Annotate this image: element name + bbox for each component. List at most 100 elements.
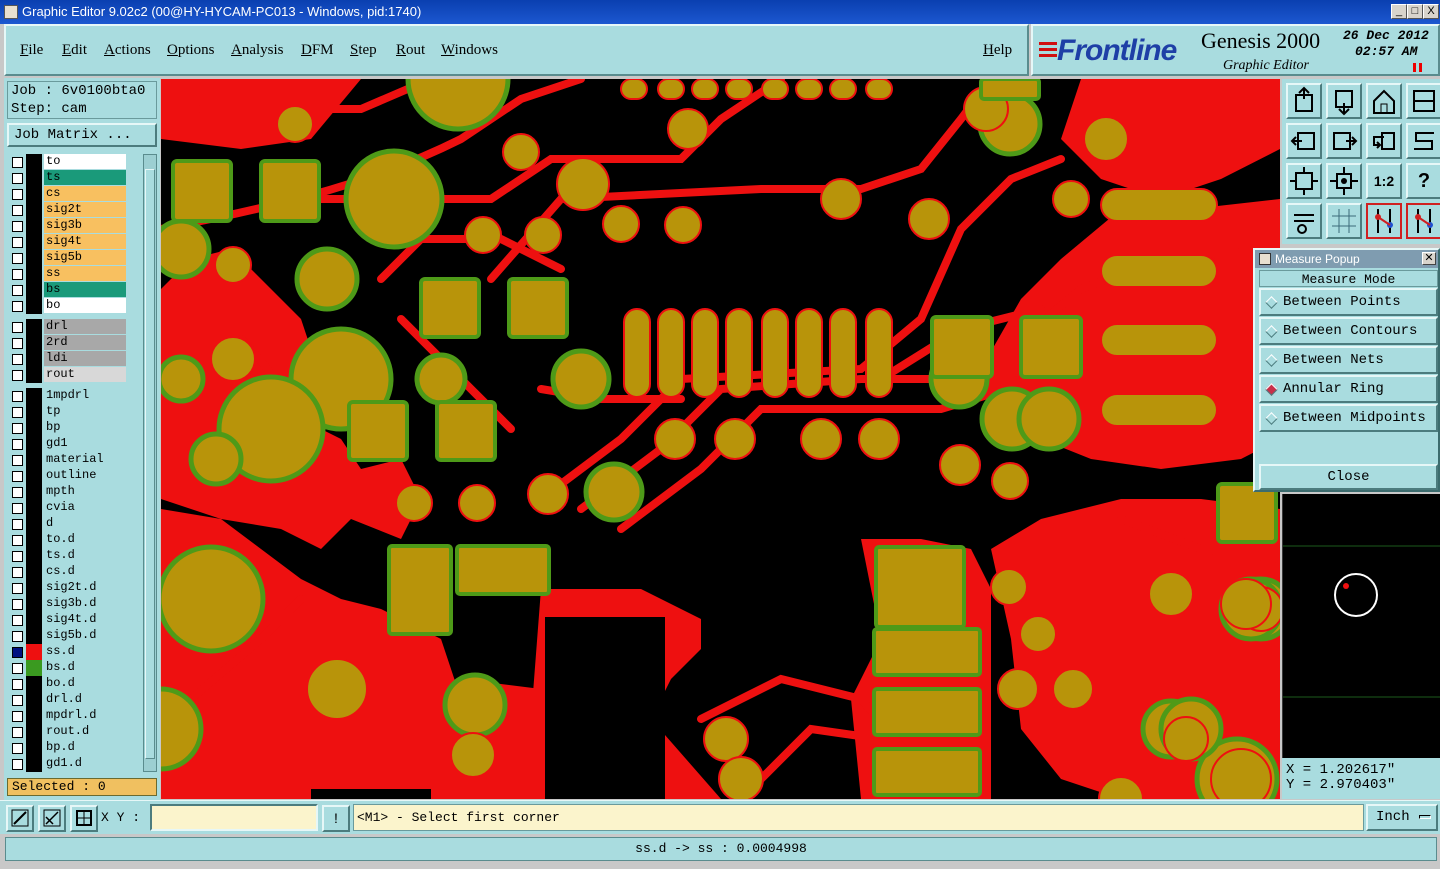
layer-row[interactable]: ss.d — [7, 644, 141, 660]
layer-checkbox[interactable] — [12, 487, 23, 498]
layer-checkbox[interactable] — [12, 679, 23, 690]
warning-button[interactable]: ! — [322, 805, 350, 832]
layer-color-swatch[interactable] — [26, 628, 42, 644]
layer-color-swatch[interactable] — [26, 202, 42, 218]
layer-row[interactable]: sig2t.d — [7, 580, 141, 596]
layer-color-swatch[interactable] — [26, 516, 42, 532]
layer-row[interactable]: bp.d — [7, 740, 141, 756]
layer-name[interactable]: cs — [44, 186, 126, 201]
layer-color-swatch[interactable] — [26, 234, 42, 250]
layer-row[interactable]: rout — [7, 367, 141, 383]
layer-name[interactable]: sig4t — [44, 234, 126, 249]
graphic-canvas[interactable] — [161, 79, 1280, 799]
layer-row[interactable]: to — [7, 154, 141, 170]
layer-name[interactable]: bp.d — [44, 740, 126, 755]
close-icon[interactable]: ✕ — [1422, 252, 1436, 265]
layer-name[interactable]: gd1 — [44, 436, 126, 451]
layer-checkbox[interactable] — [12, 391, 23, 402]
layer-row[interactable]: bp — [7, 420, 141, 436]
minimize-button[interactable]: _ — [1391, 4, 1407, 19]
layer-row[interactable]: material — [7, 452, 141, 468]
layer-color-swatch[interactable] — [26, 740, 42, 756]
layer-color-swatch[interactable] — [26, 282, 42, 298]
layer-color-swatch[interactable] — [26, 436, 42, 452]
layer-checkbox[interactable] — [12, 439, 23, 450]
layer-color-swatch[interactable] — [26, 596, 42, 612]
layer-checkbox[interactable] — [12, 631, 23, 642]
layer-checkbox[interactable] — [12, 583, 23, 594]
layer-name[interactable]: material — [44, 452, 126, 467]
layer-color-swatch[interactable] — [26, 388, 42, 404]
layer-checkbox[interactable] — [12, 695, 23, 706]
layer-color-swatch[interactable] — [26, 660, 42, 676]
layer-checkbox[interactable] — [12, 759, 23, 770]
layer-color-swatch[interactable] — [26, 250, 42, 266]
menu-help[interactable]: Help — [983, 42, 1012, 59]
close-button[interactable]: Close — [1259, 464, 1438, 490]
layer-name[interactable]: ss — [44, 266, 126, 281]
layer-checkbox[interactable] — [12, 727, 23, 738]
layer-row[interactable]: ss — [7, 266, 141, 282]
layer-checkbox[interactable] — [12, 269, 23, 280]
layer-name[interactable]: sig4t.d — [44, 612, 126, 627]
layer-color-swatch[interactable] — [26, 484, 42, 500]
layer-checkbox[interactable] — [12, 189, 23, 200]
layer-name[interactable]: ldi — [44, 351, 126, 366]
layer-name[interactable]: to — [44, 154, 126, 169]
layer-checkbox[interactable] — [12, 599, 23, 610]
layer-row[interactable]: drl.d — [7, 692, 141, 708]
zoom-back-icon[interactable] — [1326, 83, 1362, 119]
help-icon[interactable]: ? — [1406, 163, 1440, 199]
layer-row[interactable]: bs — [7, 282, 141, 298]
layer-name[interactable]: bo.d — [44, 676, 126, 691]
layer-checkbox[interactable] — [12, 647, 23, 658]
measure-option[interactable]: Between Contours — [1259, 317, 1438, 345]
grid-snap-icon[interactable] — [70, 805, 98, 832]
scale-icon[interactable]: 1:2 — [1366, 163, 1402, 199]
overview-map[interactable] — [1282, 494, 1440, 758]
layer-name[interactable]: outline — [44, 468, 126, 483]
measure-option[interactable]: Annular Ring — [1259, 375, 1438, 403]
layer-row[interactable]: sig3b — [7, 218, 141, 234]
home-icon[interactable] — [1366, 83, 1402, 119]
layer-name[interactable]: bp — [44, 420, 126, 435]
layer-checkbox[interactable] — [12, 519, 23, 530]
layer-row[interactable]: cs — [7, 186, 141, 202]
menu-actions[interactable]: Actions — [104, 42, 151, 59]
layer-color-swatch[interactable] — [26, 692, 42, 708]
layer-row[interactable]: 2rd — [7, 335, 141, 351]
maximize-button[interactable]: □ — [1407, 4, 1423, 19]
layer-checkbox[interactable] — [12, 338, 23, 349]
layer-color-swatch[interactable] — [26, 724, 42, 740]
layer-name[interactable]: 2rd — [44, 335, 126, 350]
grid-icon[interactable] — [1326, 203, 1362, 239]
radio-diamond-icon[interactable] — [1265, 383, 1278, 396]
layer-color-swatch[interactable] — [26, 351, 42, 367]
layer-checkbox[interactable] — [12, 237, 23, 248]
layer-checkbox[interactable] — [12, 503, 23, 514]
layer-row[interactable]: cvia — [7, 500, 141, 516]
layer-color-swatch[interactable] — [26, 218, 42, 234]
layer-checkbox[interactable] — [12, 551, 23, 562]
pan-left-icon[interactable] — [1286, 123, 1322, 159]
layer-row[interactable]: ts — [7, 170, 141, 186]
menu-file[interactable]: File — [20, 42, 43, 59]
layer-color-swatch[interactable] — [26, 644, 42, 660]
layer-checkbox[interactable] — [12, 157, 23, 168]
layer-color-swatch[interactable] — [26, 266, 42, 282]
layer-list-scrollbar[interactable] — [143, 154, 157, 772]
layer-checkbox[interactable] — [12, 301, 23, 312]
layer-name[interactable]: d — [44, 516, 126, 531]
layer-checkbox[interactable] — [12, 743, 23, 754]
layer-name[interactable]: sig3b — [44, 218, 126, 233]
layer-name[interactable]: sig5b — [44, 250, 126, 265]
menu-options[interactable]: Options — [167, 42, 215, 59]
snap-icon[interactable] — [6, 805, 34, 832]
layer-color-swatch[interactable] — [26, 404, 42, 420]
layer-row[interactable]: sig3b.d — [7, 596, 141, 612]
menu-analysis[interactable]: Analysis — [231, 42, 284, 59]
layer-name[interactable]: mpdrl.d — [44, 708, 126, 723]
layer-color-swatch[interactable] — [26, 548, 42, 564]
layer-checkbox[interactable] — [12, 173, 23, 184]
layer-row[interactable]: outline — [7, 468, 141, 484]
